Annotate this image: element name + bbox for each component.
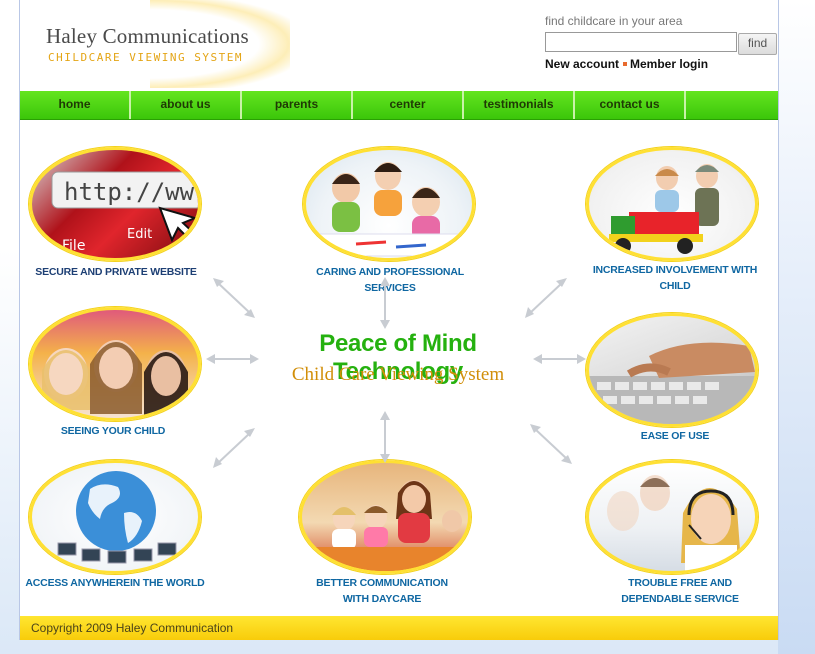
footer: Copyright 2009 Haley Communication [20, 616, 778, 640]
nav-contact-us[interactable]: contact us [575, 91, 686, 119]
svg-text:Edit: Edit [127, 227, 152, 242]
arrow-horizontal-icon [533, 354, 586, 364]
svg-text:http://ww: http://ww [64, 178, 195, 206]
feature-label-trouble-line1: TROUBLE FREE AND [628, 577, 732, 589]
arrow-diagonal-icon [530, 424, 572, 464]
nav-home[interactable]: home [20, 91, 131, 119]
feature-label-trouble-line2: DEPENDABLE SERVICE [621, 593, 739, 605]
arrow-diagonal-icon [213, 278, 255, 318]
page-container: Haley Communications CHILDCARE VIEWING S… [19, 0, 779, 640]
typing-keyboard-illustration [589, 342, 755, 424]
search-label: find childcare in your area [545, 14, 683, 28]
smiling-children-illustration [42, 340, 188, 416]
find-button[interactable]: find [738, 33, 777, 55]
feature-label-better: BETTER COMMUNICATION WITH DAYCARE [302, 575, 462, 607]
svg-text:File: File [62, 238, 85, 254]
arrow-horizontal-icon [206, 354, 259, 364]
member-login-link[interactable]: Member login [630, 57, 708, 71]
nav-testimonials[interactable]: testimonials [464, 91, 575, 119]
trouble-free-image [586, 460, 758, 574]
feature-label-trouble: TROUBLE FREE AND DEPENDABLE SERVICE [610, 575, 750, 607]
feature-label-better-line2: WITH DAYCARE [342, 593, 422, 605]
better-communication-image [299, 460, 471, 574]
feature-label-access: ACCESS ANYWHEREIN THE WORLD [25, 577, 205, 589]
site-title: Haley Communications [46, 24, 249, 48]
arrow-diagonal-icon [525, 278, 567, 318]
seeing-child-image [29, 307, 201, 421]
access-anywhere-image [29, 460, 201, 574]
center-subtitle: Child Care Viewing System [291, 364, 505, 385]
globe-icon [57, 471, 177, 564]
browser-url-icon: http://ww File Edit [51, 171, 198, 254]
feature-label-involvement: INCREASED INVOLVEMENT WITH CHILD [592, 264, 758, 292]
page-background-strip [778, 0, 815, 654]
children-drawing-illustration [315, 162, 467, 257]
support-headset-illustration [607, 475, 741, 571]
ease-of-use-image [586, 313, 758, 427]
nav-about-us[interactable]: about us [131, 91, 242, 119]
main-nav: home about us parents center testimonial… [20, 89, 778, 120]
arrow-vertical-icon [380, 411, 390, 463]
feature-label-better-line1: BETTER COMMUNICATION [316, 577, 448, 589]
daycare-table-illustration [312, 480, 462, 571]
separator-dot [623, 61, 628, 66]
copyright-text: Copyright 2009 Haley Communication [31, 621, 234, 635]
new-account-link[interactable]: New account [545, 57, 619, 71]
arrow-diagonal-icon [213, 428, 255, 468]
feature-label-seeing: SEEING YOUR CHILD [60, 425, 166, 437]
account-links: New account Member login [545, 57, 708, 71]
feature-label-secure: SECURE AND PRIVATE WEBSITE [35, 266, 197, 278]
site-subtitle: CHILDCARE VIEWING SYSTEM [48, 51, 243, 64]
secure-website-image: http://ww File Edit [29, 147, 201, 261]
feature-label-ease: EASE OF USE [640, 430, 710, 442]
search-input[interactable] [545, 32, 737, 52]
nav-parents[interactable]: parents [242, 91, 353, 119]
involvement-image [586, 147, 758, 261]
caring-services-image [303, 147, 475, 261]
toy-truck-illustration [609, 164, 719, 254]
arrow-vertical-icon [380, 277, 390, 329]
nav-center[interactable]: center [353, 91, 464, 119]
